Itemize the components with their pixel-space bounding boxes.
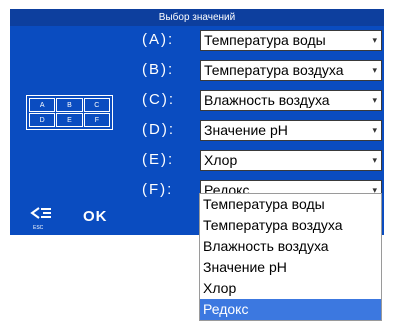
grid-cell-e: E <box>56 113 83 127</box>
grid-layout-icon: A B C D E F <box>26 95 113 130</box>
chevron-down-icon: ▾ <box>372 35 377 45</box>
esc-label: ESC <box>33 225 44 231</box>
window-title: Выбор значений <box>10 9 384 26</box>
select-c[interactable]: Влажность воздуха ▾ <box>200 90 382 111</box>
select-d[interactable]: Значение pH ▾ <box>200 120 382 141</box>
grid-cell-d: D <box>29 113 56 127</box>
select-c-value: Влажность воздуха <box>204 92 330 108</box>
row-label-e: (E): <box>142 151 175 168</box>
row-label-b: (B): <box>142 61 175 78</box>
grid-cell-a: A <box>29 98 56 112</box>
chevron-down-icon: ▾ <box>372 65 377 75</box>
select-d-value: Значение pH <box>204 122 288 138</box>
select-a[interactable]: Температура воды ▾ <box>200 30 382 51</box>
select-b-value: Температура воздуха <box>204 62 344 78</box>
row-label-a: (A): <box>142 31 175 48</box>
select-a-value: Температура воды <box>204 32 326 48</box>
grid-cell-f: F <box>83 113 110 127</box>
chevron-down-icon: ▾ <box>372 95 377 105</box>
grid-cell-c: C <box>83 98 110 112</box>
dropdown-option[interactable]: Значение pH <box>200 257 381 278</box>
grid-cell-b: B <box>56 98 83 112</box>
dropdown-list[interactable]: Температура воды Температура воздуха Вла… <box>199 193 382 321</box>
dropdown-option[interactable]: Хлор <box>200 278 381 299</box>
dropdown-option[interactable]: Температура воды <box>200 194 381 215</box>
ok-button[interactable]: OK <box>83 208 108 225</box>
dropdown-option[interactable]: Влажность воздуха <box>200 236 381 257</box>
row-label-f: (F): <box>142 181 174 198</box>
dropdown-option[interactable]: Температура воздуха <box>200 215 381 236</box>
select-e-value: Хлор <box>204 152 238 168</box>
row-label-c: (C): <box>142 91 175 108</box>
select-b[interactable]: Температура воздуха ▾ <box>200 60 382 81</box>
chevron-down-icon: ▾ <box>372 125 377 135</box>
chevron-down-icon: ▾ <box>372 155 377 165</box>
select-e[interactable]: Хлор ▾ <box>200 150 382 171</box>
row-label-d: (D): <box>142 121 175 138</box>
dropdown-option-selected[interactable]: Редокс <box>200 299 381 320</box>
back-arrow-icon <box>30 207 51 219</box>
